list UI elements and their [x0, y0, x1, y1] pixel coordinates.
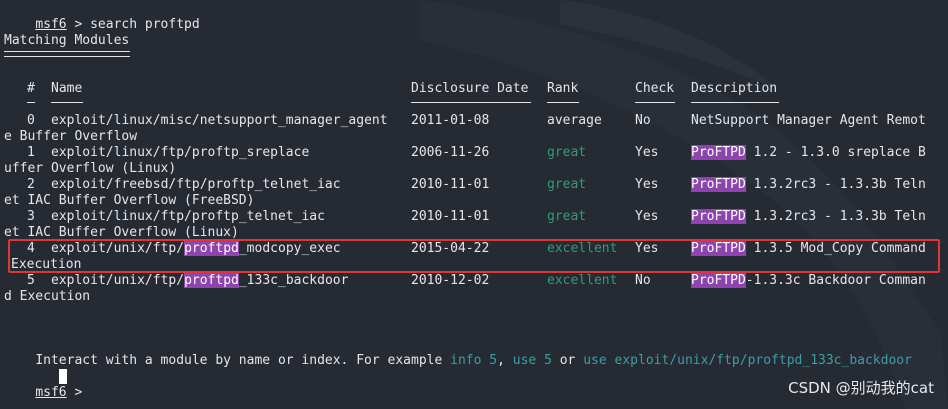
description: ProFTPD 1.3.2rc3 - 1.3.3b Teln	[691, 209, 926, 225]
module-name[interactable]: exploit/linux/ftp/proftp_sreplace	[51, 145, 309, 161]
description-match-highlight: ProFTPD	[691, 209, 746, 224]
module-name-suffix: _133c_backdoor	[238, 273, 349, 288]
wrapped-continuation: e Buffer Overflow	[4, 129, 138, 144]
prompt-command: search proftpd	[90, 17, 200, 32]
module-name-prefix: exploit/linux/misc/netsupport_manager_ag…	[51, 113, 388, 128]
hint-prefix: Interact with a module by name or index.…	[35, 353, 451, 368]
header-check: Check	[635, 81, 675, 96]
header-name-underline	[51, 102, 83, 103]
description: NetSupport Manager Agent Remot	[691, 113, 926, 129]
input-prompt-separator: >	[66, 385, 91, 400]
interact-hint: Interact with a module by name or index.…	[4, 337, 912, 368]
module-name[interactable]: exploit/unix/ftp/proftpd_133c_backdoor	[51, 273, 348, 289]
rank: great	[547, 145, 587, 160]
header-index-underline	[27, 102, 35, 103]
rank: excellent	[547, 273, 618, 288]
hint-example-use-index[interactable]: use 5	[513, 353, 552, 368]
prompt-separator: >	[66, 17, 91, 32]
description-match-highlight: ProFTPD	[691, 177, 746, 192]
header-description: Description	[691, 81, 778, 96]
module-name-prefix: exploit/unix/ftp/	[51, 273, 185, 288]
description-text: 1.3.2rc3 - 1.3.3b Teln	[745, 209, 926, 224]
module-name[interactable]: exploit/linux/ftp/proftp_telnet_iac	[51, 209, 325, 225]
hint-example-use-path[interactable]: use exploit/unix/ftp/proftpd_133c_backdo…	[583, 353, 912, 368]
wrapped-continuation: d Execution	[4, 289, 91, 304]
row-index: 1	[27, 145, 35, 160]
check: Yes	[635, 177, 659, 192]
header-name: Name	[51, 81, 83, 96]
hint-example-info[interactable]: info 5	[450, 353, 497, 368]
disclosure-date: 2010-11-01	[411, 209, 490, 224]
check: Yes	[635, 209, 659, 224]
description-text: NetSupport Manager Agent Remot	[691, 113, 926, 128]
input-prompt-name: msf6	[35, 385, 67, 400]
check: Yes	[635, 145, 659, 160]
hint-sep1: ,	[497, 353, 513, 368]
rank: great	[547, 209, 587, 224]
module-name-prefix: exploit/linux/ftp/proftp_telnet_iac	[51, 209, 325, 224]
prompt-name: msf6	[35, 17, 67, 32]
hint-sep2: or	[551, 353, 584, 368]
header-rank-underline	[547, 102, 579, 103]
rank: average	[547, 113, 602, 128]
description-text: -1.3.3c Backdoor Comman	[745, 273, 926, 288]
header-description-underline	[691, 102, 779, 103]
section-title: Matching Modules	[4, 33, 130, 48]
check: No	[635, 273, 651, 288]
module-name-prefix: exploit/freebsd/ftp/proftp_telnet_iac	[51, 177, 341, 192]
wrapped-continuation: et IAC Buffer Overflow (FreeBSD)	[4, 193, 255, 208]
description-match-highlight: ProFTPD	[691, 273, 746, 288]
header-rank: Rank	[547, 81, 579, 96]
check: No	[635, 113, 651, 128]
rank: great	[547, 177, 587, 192]
description-text: 1.3.2rc3 - 1.3.3b Teln	[745, 177, 926, 192]
description-match-highlight: ProFTPD	[691, 145, 746, 160]
input-prompt[interactable]: msf6 >	[4, 369, 90, 400]
disclosure-date: 2010-12-02	[411, 273, 490, 288]
header-date-underline	[411, 102, 531, 103]
description: ProFTPD-1.3.3c Backdoor Comman	[691, 273, 926, 289]
header-disclosure-date: Disclosure Date	[411, 81, 529, 96]
row-index: 0	[27, 113, 35, 128]
prompt-line: msf6 > search proftpd	[4, 1, 199, 32]
header-check-underline	[635, 102, 675, 103]
text-cursor	[59, 369, 67, 384]
row-index: 5	[27, 273, 35, 288]
wrapped-continuation: uffer Overflow (Linux)	[4, 161, 177, 176]
description: ProFTPD 1.3.2rc3 - 1.3.3b Teln	[691, 177, 926, 193]
module-name-prefix: exploit/linux/ftp/proftp_sreplace	[51, 145, 310, 160]
terminal-window[interactable]: msf6 > search proftpd Matching Modules #…	[0, 0, 948, 409]
module-name[interactable]: exploit/freebsd/ftp/proftp_telnet_iac	[51, 177, 341, 193]
module-name[interactable]: exploit/linux/misc/netsupport_manager_ag…	[51, 113, 388, 129]
header-index: #	[27, 81, 35, 96]
module-name-match-highlight: proftpd	[184, 273, 239, 288]
row-index: 3	[27, 209, 35, 224]
disclosure-date: 2010-11-01	[411, 177, 490, 192]
disclosure-date: 2011-01-08	[411, 113, 490, 128]
selected-module-highlight-box	[8, 239, 940, 273]
disclosure-date: 2006-11-26	[411, 145, 490, 160]
csdn-watermark: CSDN @别动我的cat	[788, 379, 934, 397]
description-text: 1.2 - 1.3.0 sreplace B	[745, 145, 926, 160]
section-title-underline	[4, 51, 130, 57]
row-index: 2	[27, 177, 35, 192]
description: ProFTPD 1.2 - 1.3.0 sreplace B	[691, 145, 926, 161]
